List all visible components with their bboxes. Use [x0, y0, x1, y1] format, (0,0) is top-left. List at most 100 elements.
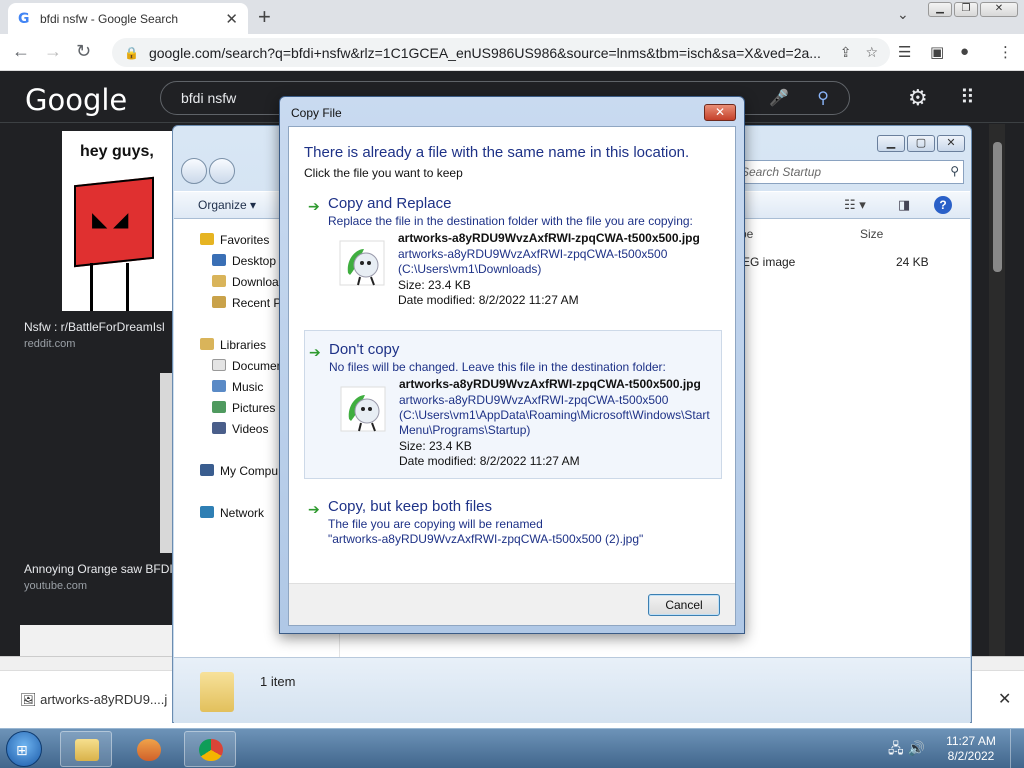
file-path-line: artworks-a8yRDU9WvzAxfRWI-zpqCWA-t500x50… [398, 247, 668, 261]
back-icon[interactable]: ← [12, 41, 30, 62]
close-icon[interactable]: ✕ [998, 689, 1011, 709]
tab-search-chevron-icon[interactable]: ⌄ [897, 6, 909, 23]
dialog-subheading: Click the file you want to keep [304, 166, 463, 180]
bookmark-star-icon[interactable]: ☆ [865, 44, 878, 61]
profile-avatar-icon[interactable]: ● [960, 43, 969, 60]
renamed-file-name: "artworks-a8yRDU9WvzAxfRWI-zpqCWA-t500x5… [328, 532, 644, 546]
file-row[interactable]: PEG image 24 KB [734, 255, 934, 269]
network-icon [200, 506, 214, 518]
tree-item-libraries[interactable]: Libraries [200, 338, 266, 352]
tree-label: Network [220, 506, 265, 520]
back-icon[interactable] [181, 158, 207, 184]
microphone-icon[interactable]: 🎤 [769, 88, 789, 108]
image-file-icon [339, 240, 385, 286]
media-player-icon [137, 739, 161, 761]
option-title: Copy and Replace [328, 195, 452, 212]
search-icon[interactable]: ⚲ [950, 164, 959, 178]
search-icon[interactable]: ⚲ [817, 88, 829, 108]
download-item[interactable]: 🖼 artworks-a8yRDU9....j [20, 692, 167, 708]
explorer-minimize-button[interactable]: ▁ [877, 135, 905, 152]
restore-button[interactable]: ❐ [954, 2, 978, 17]
taskbar-explorer[interactable] [60, 731, 112, 767]
gear-icon[interactable]: ⚙ [908, 85, 928, 111]
forward-icon[interactable]: → [44, 41, 62, 62]
help-icon[interactable]: ? [934, 196, 952, 214]
tree-label: Desktop [232, 254, 277, 268]
chrome-menu-icon[interactable]: ⋮ [998, 43, 1013, 61]
side-panel-icon[interactable]: ▣ [930, 43, 944, 61]
start-button[interactable]: ⊞ [6, 731, 42, 767]
tree-item-music[interactable]: Music [212, 380, 263, 394]
videos-icon [212, 422, 226, 434]
share-icon[interactable]: ⇪ [840, 44, 852, 61]
explorer-window-controls: ▁ ▢ ✕ [875, 134, 965, 152]
scrollbar-thumb[interactable] [993, 142, 1002, 272]
item-count: 1 item [260, 674, 296, 689]
tree-item-videos[interactable]: Videos [212, 422, 268, 436]
tree-label: Downloa [232, 275, 279, 289]
url-text: google.com/search?q=bfdi+nsfw&rlz=1C1GCE… [148, 44, 821, 61]
explorer-maximize-button[interactable]: ▢ [907, 135, 935, 152]
tree-item-network[interactable]: Network [200, 506, 264, 520]
window-close-button[interactable]: ✕ [980, 2, 1018, 17]
tree-label: Libraries [220, 338, 267, 352]
image-file-icon [340, 386, 386, 432]
result-thumbnail-3[interactable] [20, 625, 176, 656]
keep-both-files-option[interactable]: ➔ Copy, but keep both files The file you… [304, 498, 722, 554]
preview-pane-icon[interactable]: ◨ [898, 197, 910, 213]
organize-button[interactable]: Organize ▾ [198, 198, 256, 212]
result-caption-1[interactable]: Nsfw : r/BattleForDreamIsl [24, 320, 165, 334]
character-leg [90, 263, 93, 311]
downloads-folder-icon [212, 275, 226, 287]
apps-grid-icon[interactable]: ⠿ [960, 85, 975, 110]
clock-date: 8/2/2022 [947, 749, 995, 763]
browser-tab[interactable]: G bfdi nsfw - Google Search ✕ [8, 3, 248, 34]
folder-icon [200, 672, 234, 712]
search-placeholder: Search Startup [741, 165, 822, 179]
explorer-close-button[interactable]: ✕ [937, 135, 965, 152]
dialog-heading: There is already a file with the same na… [304, 144, 690, 161]
tree-item-downloads[interactable]: Downloa [212, 275, 279, 289]
show-desktop-button[interactable] [1010, 729, 1024, 768]
file-name: artworks-a8yRDU9WvzAxfRWI-zpqCWA-t500x50… [399, 377, 701, 391]
lock-icon: 🔒 [124, 45, 139, 60]
tree-item-documents[interactable]: Documen [212, 359, 283, 373]
tree-item-pictures[interactable]: Pictures [212, 401, 275, 415]
tree-item-computer[interactable]: My Compu [200, 464, 278, 478]
taskbar-media-player[interactable] [122, 731, 174, 767]
taskbar-clock[interactable]: 11:27 AM 8/2/2022 [940, 734, 1002, 764]
dialog-footer: Cancel [289, 583, 735, 625]
result-caption-2[interactable]: Annoying Orange saw BFDI [24, 562, 173, 576]
copy-and-replace-option[interactable]: ➔ Copy and Replace Replace the file in t… [304, 195, 722, 311]
minimize-button[interactable]: ▁ [928, 2, 952, 17]
option-title: Don't copy [329, 341, 400, 358]
tab-close-icon[interactable]: ✕ [225, 10, 238, 28]
dialog-close-button[interactable]: ✕ [704, 104, 736, 121]
tree-item-desktop[interactable]: Desktop [212, 254, 276, 268]
google-logo[interactable]: Google [25, 83, 127, 117]
file-date-modified: Date modified: 8/2/2022 11:27 AM [399, 454, 580, 468]
reload-icon[interactable]: ↻ [76, 41, 91, 62]
tree-label: Recent Pl [232, 296, 285, 310]
system-tray-icons[interactable]: 🖧 🔊 [888, 738, 925, 762]
tree-label: Pictures [232, 401, 276, 415]
tree-label: Documen [232, 359, 284, 373]
tree-item-recent[interactable]: Recent Pl [212, 296, 284, 310]
chrome-icon [199, 739, 223, 761]
explorer-search-box[interactable]: Search Startup ⚲ [718, 160, 964, 184]
dont-copy-option[interactable]: ➔ Don't copy No files will be changed. L… [304, 330, 722, 479]
result-thumbnail-1[interactable]: hey guys, ◣ ◢ [62, 131, 174, 311]
reading-list-icon[interactable]: ☰ [898, 43, 911, 61]
cancel-button[interactable]: Cancel [648, 594, 720, 616]
tab-title: bfdi nsfw - Google Search [40, 11, 179, 26]
view-options-icon[interactable]: ☷ ▾ [844, 197, 866, 213]
vertical-scrollbar[interactable] [989, 124, 1005, 656]
tree-item-favorites[interactable]: Favorites [200, 233, 269, 247]
forward-icon[interactable] [209, 158, 235, 184]
column-size[interactable]: Size [860, 227, 883, 241]
explorer-details-pane: 1 item [174, 657, 970, 723]
address-bar[interactable]: 🔒 google.com/search?q=bfdi+nsfw&rlz=1C1G… [112, 38, 890, 67]
new-tab-button[interactable]: + [258, 4, 271, 30]
file-size: Size: 23.4 KB [399, 439, 472, 453]
taskbar-chrome[interactable] [184, 731, 236, 767]
